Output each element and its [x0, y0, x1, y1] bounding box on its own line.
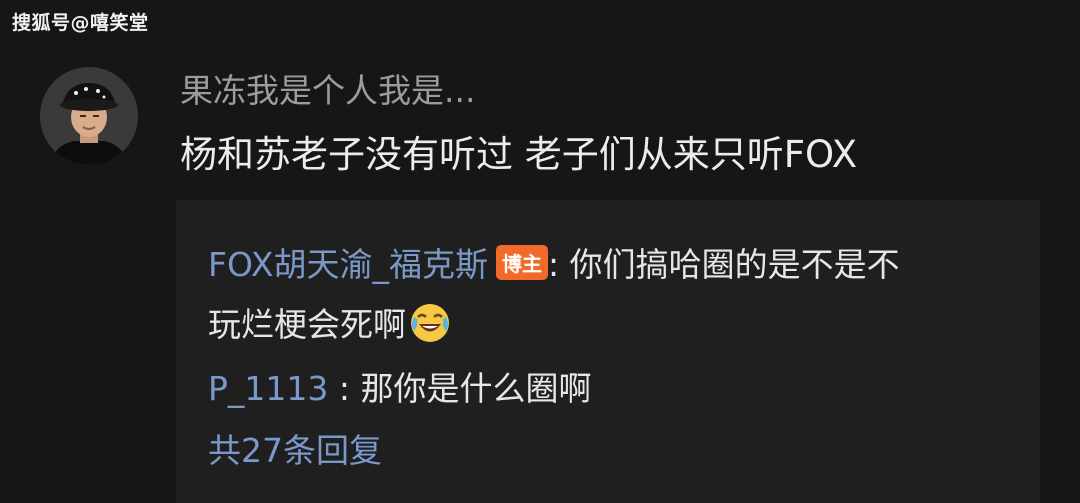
comment-username[interactable]: 果冻我是个人我是...	[180, 64, 475, 112]
reply-list: FOX胡天渝_福克斯 博主: 你们搞哈圈的是不是不 玩烂梗会死啊 P_1113 :…	[176, 200, 1040, 503]
watermark: 搜狐号@嘻笑堂	[12, 12, 149, 34]
avatar-image	[40, 67, 138, 165]
reply-item: FOX胡天渝_福克斯 博主: 你们搞哈圈的是不是不	[208, 238, 900, 286]
reply-text: 玩烂梗会死啊	[208, 305, 406, 344]
reply-text: 那你是什么圈啊	[360, 369, 592, 408]
reply-item-continued: 玩烂梗会死啊	[208, 298, 452, 349]
more-replies-link[interactable]: 共27条回复	[208, 424, 382, 472]
reply-separator: :	[547, 245, 570, 284]
reply-author[interactable]: FOX胡天渝_福克斯	[208, 245, 488, 284]
laughing-crying-emoji-icon	[408, 301, 452, 345]
avatar[interactable]	[40, 67, 138, 165]
comment-text: 杨和苏老子没有听过 老子们从来只听FOX	[180, 133, 858, 176]
reply-separator: :	[328, 369, 361, 408]
reply-item: P_1113 : 那你是什么圈啊	[208, 362, 592, 410]
author-badge: 博主	[495, 245, 548, 280]
reply-text: 你们搞哈圈的是不是不	[569, 245, 900, 284]
reply-author[interactable]: P_1113	[208, 369, 328, 408]
